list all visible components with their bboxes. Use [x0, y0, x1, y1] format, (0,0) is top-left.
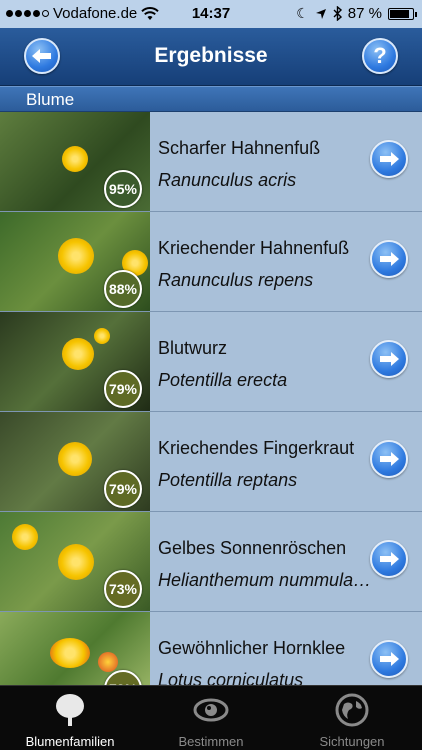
battery-percent: 87 % [347, 5, 382, 22]
tab-label: Blumenfamilien [25, 734, 115, 749]
result-row[interactable]: 88% Kriechender Hahnenfuß Ranunculus rep… [0, 212, 422, 312]
navigation-bar: Ergebnisse ? [0, 28, 422, 86]
arrow-right-icon [380, 252, 399, 266]
detail-button[interactable] [370, 340, 408, 378]
latin-name: Lotus corniculatus [158, 670, 304, 685]
detail-button[interactable] [370, 140, 408, 178]
eye-icon [193, 698, 229, 722]
result-row[interactable]: 73% Gewöhnlicher Hornklee Lotus cornicul… [0, 612, 422, 685]
result-row[interactable]: 79% Blutwurz Potentilla erecta [0, 312, 422, 412]
status-bar: Vodafone.de 14:37 ☾ 87 % [0, 0, 422, 28]
results-list[interactable]: 95% Scharfer Hahnenfuß Ranunculus acris … [0, 112, 422, 685]
latin-name: Helianthemum nummula… [158, 570, 372, 590]
match-percent-badge: 88% [104, 270, 142, 308]
common-name: Scharfer Hahnenfuß [158, 138, 321, 158]
common-name: Kriechendes Fingerkraut [158, 438, 355, 458]
result-row[interactable]: 79% Kriechendes Fingerkraut Potentilla r… [0, 412, 422, 512]
tab-label: Bestimmen [178, 734, 244, 749]
arrow-right-icon [380, 152, 399, 166]
flower-thumbnail: 88% [0, 212, 150, 311]
flower-thumbnail: 73% [0, 512, 150, 611]
flower-thumbnail: 79% [0, 412, 150, 511]
tab-bar: Blumenfamilien Bestimmen Sichtungen [0, 685, 422, 750]
tab-blumenfamilien[interactable]: Blumenfamilien [0, 686, 140, 750]
flower-thumbnail: 79% [0, 312, 150, 411]
section-header: Blume [0, 86, 422, 112]
tab-bestimmen[interactable]: Bestimmen [141, 686, 281, 750]
arrow-right-icon [380, 352, 399, 366]
section-title: Blume [26, 90, 75, 109]
arrow-right-icon [380, 652, 399, 666]
status-right: ☾ 87 % [296, 5, 417, 22]
page-title: Ergebnisse [154, 44, 268, 67]
match-percent-badge: 95% [104, 170, 142, 208]
battery-icon [388, 7, 417, 20]
battery-level [390, 9, 410, 18]
help-icon: ? [373, 43, 387, 68]
match-percent-badge: 79% [104, 470, 142, 508]
moon-icon: ☾ [296, 5, 309, 21]
globe-icon [335, 693, 369, 727]
tree-icon [56, 694, 84, 726]
help-button[interactable]: ? [362, 38, 398, 74]
match-percent-badge: 73% [104, 570, 142, 608]
latin-name: Ranunculus repens [158, 270, 314, 290]
result-row[interactable]: 95% Scharfer Hahnenfuß Ranunculus acris [0, 112, 422, 212]
flower-thumbnail: 95% [0, 112, 150, 211]
detail-button[interactable] [370, 440, 408, 478]
latin-name: Potentilla erecta [158, 370, 288, 390]
latin-name: Ranunculus acris [158, 170, 297, 190]
common-name: Gewöhnlicher Hornklee [158, 638, 346, 658]
location-arrow-icon [315, 8, 326, 19]
arrow-right-icon [380, 452, 399, 466]
common-name: Kriechender Hahnenfuß [158, 238, 350, 258]
detail-button[interactable] [370, 540, 408, 578]
detail-button[interactable] [370, 640, 408, 678]
latin-name: Potentilla reptans [158, 470, 298, 490]
tab-label: Sichtungen [319, 734, 385, 749]
arrow-right-icon [380, 552, 399, 566]
flower-thumbnail: 73% [0, 612, 150, 685]
common-name: Blutwurz [158, 338, 228, 358]
match-percent-badge: 73% [104, 670, 142, 685]
result-row[interactable]: 73% Gelbes Sonnenröschen Helianthemum nu… [0, 512, 422, 612]
bluetooth-icon [333, 6, 342, 21]
tab-sichtungen[interactable]: Sichtungen [282, 686, 422, 750]
detail-button[interactable] [370, 240, 408, 278]
common-name: Gelbes Sonnenröschen [158, 538, 347, 558]
match-percent-badge: 79% [104, 370, 142, 408]
